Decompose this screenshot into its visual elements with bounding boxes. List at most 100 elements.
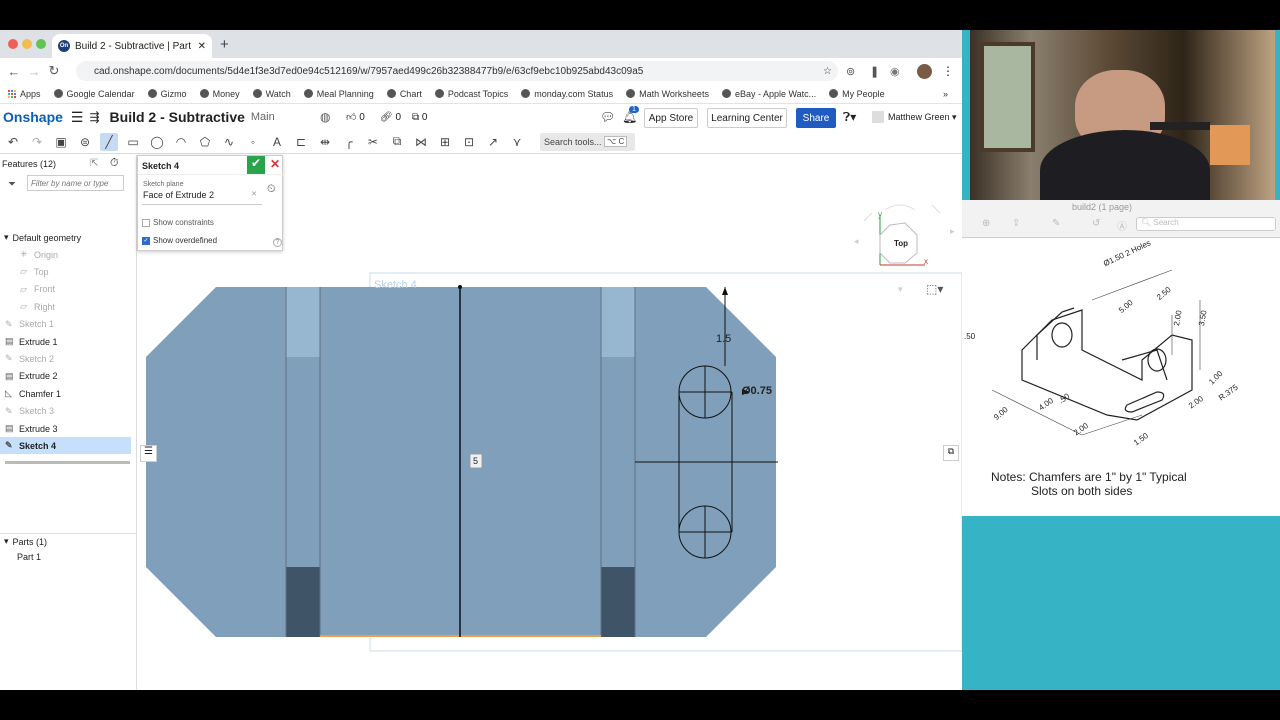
markup-icon[interactable]: ✎ <box>1052 218 1060 229</box>
copies-counter[interactable]: ⧉ 0 <box>412 112 427 123</box>
accept-check-icon[interactable]: ✔ <box>247 156 265 174</box>
redo-icon[interactable]: ↷ <box>28 133 46 151</box>
collapse-caret-icon[interactable]: ▾ <box>4 232 9 243</box>
sketch-point[interactable] <box>458 285 462 289</box>
back-icon[interactable]: ← <box>4 64 24 79</box>
line-tool-icon[interactable]: ╱ <box>100 132 118 151</box>
view-cube-label[interactable]: Top <box>894 239 908 248</box>
show-overdefined-row[interactable]: ✓ Show overdefined <box>142 236 217 245</box>
dimension-5[interactable]: 5 <box>473 456 478 466</box>
trim-tool-icon[interactable]: ✂ <box>364 133 382 151</box>
preview-search-field[interactable]: 🔍︎ Search <box>1136 217 1276 231</box>
sketch-plane-field[interactable]: Face of Extrude 2 ✕ <box>142 190 262 205</box>
document-title[interactable]: Build 2 - Subtractive <box>110 109 245 125</box>
share-icon[interactable]: ⇪ <box>1012 218 1020 229</box>
mirror-tool-icon[interactable]: ⋈ <box>412 133 430 151</box>
view-prev-icon[interactable]: ◂ <box>854 236 859 247</box>
likes-counter[interactable]: 👍︎ 0 <box>346 111 365 123</box>
view-tool-icon[interactable]: ⧉ <box>943 445 959 461</box>
view-down-icon[interactable]: ▾ <box>898 284 903 295</box>
bookmark-monday-status[interactable]: monday.com Status <box>521 89 613 99</box>
help-icon[interactable]: ❓︎▾ <box>843 110 856 125</box>
extension-icon[interactable]: ⊚ <box>846 65 855 78</box>
new-sketch-icon[interactable]: ▣ <box>52 133 70 151</box>
reload-icon[interactable]: ↻ <box>44 63 64 79</box>
help-icon[interactable]: ? <box>273 238 282 247</box>
collapse-caret-icon[interactable]: ▾ <box>4 536 9 547</box>
sketch-history-icon[interactable]: ⏲︎ <box>267 183 276 196</box>
feature-item[interactable]: ▤ Extrude 1 <box>5 333 136 350</box>
pattern-tool-icon[interactable]: ⊞ <box>436 133 454 151</box>
point-tool-icon[interactable]: ◦ <box>244 133 262 151</box>
bookmark-google-calendar[interactable]: Google Calendar <box>53 89 135 99</box>
show-constraints-row[interactable]: Show constraints <box>142 218 214 227</box>
close-tab-icon[interactable]: ✕ <box>198 41 206 52</box>
feature-item[interactable]: ▱ Top <box>20 263 151 280</box>
undo-icon[interactable]: ↶ <box>4 133 22 151</box>
sketch-list-icon[interactable]: ☰ <box>140 445 157 462</box>
rotate-icon[interactable]: ↺ <box>1092 218 1100 229</box>
circle-tool-icon[interactable]: ◯ <box>148 133 166 151</box>
feature-filter-input[interactable] <box>27 175 124 191</box>
learning-center-button[interactable]: Learning Center <box>707 108 787 128</box>
zoom-icon[interactable]: ⊕ <box>982 218 990 229</box>
close-window-icon[interactable] <box>8 39 18 49</box>
fillet-tool-icon[interactable]: ╭ <box>340 133 358 151</box>
public-globe-icon[interactable]: ◍ <box>320 110 330 124</box>
minimize-window-icon[interactable] <box>22 39 32 49</box>
spline-tool-icon[interactable]: ∿ <box>220 133 238 151</box>
apps-icon[interactable]: Apps <box>8 89 41 99</box>
bookmark-meal-planning[interactable]: Meal Planning <box>303 89 374 99</box>
more-bookmarks-icon[interactable]: » <box>943 89 948 99</box>
show-overdefined-checkbox[interactable]: ✓ <box>142 236 150 245</box>
bookmark-money[interactable]: Money <box>199 89 240 99</box>
bookmark-watch[interactable]: Watch <box>252 89 291 99</box>
profile-avatar[interactable] <box>917 63 932 79</box>
feature-item[interactable]: ✎ Sketch 4 <box>0 437 131 455</box>
feature-item[interactable]: ▱ Front <box>20 281 151 298</box>
feature-item[interactable]: ▱ Right <box>20 298 151 315</box>
feature-item[interactable]: ◺ Chamfer 1 <box>5 385 136 402</box>
view-next-icon[interactable]: ▸ <box>950 226 955 237</box>
bookmark-chart[interactable]: Chart <box>386 89 422 99</box>
rollback-bar[interactable] <box>5 461 130 464</box>
feature-item[interactable]: ✎ Sketch 1 <box>5 316 136 333</box>
bookmark-math-worksheets[interactable]: Math Worksheets <box>626 89 709 99</box>
dimension-tool-icon[interactable]: ↗ <box>484 133 502 151</box>
transform-tool-icon[interactable]: ⊡ <box>460 133 478 151</box>
feature-item[interactable]: ✎ Sketch 3 <box>5 403 136 420</box>
bookmark-my-people[interactable]: My People <box>829 89 885 99</box>
new-tab-icon[interactable]: + <box>220 36 229 53</box>
browser-tab[interactable]: On Build 2 - Subtractive | Part Studio ✕ <box>52 34 212 58</box>
arc-tool-icon[interactable]: ◠ <box>172 133 190 151</box>
onshape-logo[interactable]: Onshape <box>3 109 63 125</box>
feature-item[interactable]: ✳ Origin <box>20 246 151 263</box>
rotate-arc-icon[interactable] <box>884 204 916 211</box>
star-icon[interactable]: ☆ <box>823 66 832 77</box>
default-geometry-group[interactable]: ▾ Default geometry <box>4 229 135 246</box>
feature-item[interactable]: ✎ Sketch 2 <box>5 350 136 367</box>
user-menu[interactable]: Matthew Green ▾ <box>888 112 957 123</box>
branch-name[interactable]: Main <box>251 111 275 123</box>
forward-icon[interactable]: → <box>24 64 44 79</box>
annotate-icon[interactable]: Ⓐ <box>1117 218 1127 233</box>
bookmark-ebay[interactable]: eBay - Apple Watc... <box>721 89 816 99</box>
extension3-icon[interactable]: ◉ <box>890 65 900 78</box>
offset-tool-icon[interactable]: ⧉ <box>388 133 406 151</box>
feature-list-options-icon[interactable]: ⇱ <box>90 158 98 169</box>
dimension-1-5[interactable]: 1.5 <box>716 333 731 345</box>
text-tool-icon[interactable]: A <box>268 133 286 151</box>
view-options-icon[interactable]: ⬚▾ <box>926 282 943 296</box>
cancel-x-icon[interactable]: ✕ <box>270 157 280 171</box>
document-menu-icon[interactable]: ⇶ <box>89 110 99 124</box>
rectangle-tool-icon[interactable]: ▭ <box>124 133 142 151</box>
show-constraints-checkbox[interactable] <box>142 218 150 227</box>
hamburger-menu-icon[interactable]: ☰ <box>71 109 84 126</box>
links-counter[interactable]: 🔗︎ 0 <box>380 112 401 123</box>
feature-item[interactable]: ▤ Extrude 2 <box>5 368 136 385</box>
sketch-settings-icon[interactable]: ⊜ <box>76 133 94 151</box>
polygon-tool-icon[interactable]: ⬠ <box>196 133 214 151</box>
extension2-icon[interactable]: ❚ <box>870 65 879 78</box>
feature-item[interactable]: ▤ Extrude 3 <box>5 420 136 437</box>
comments-icon[interactable]: 💬︎ <box>600 110 615 124</box>
